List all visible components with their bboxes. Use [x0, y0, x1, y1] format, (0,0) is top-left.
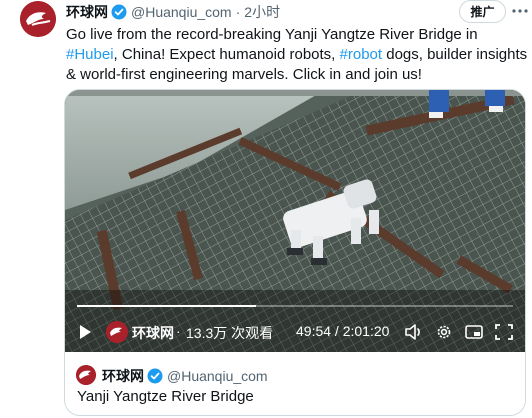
views-separator: · — [176, 323, 181, 339]
tweet-text: Go live from the record-breaking Yanji Y… — [66, 25, 530, 85]
media-card: 环球网 · 13.3万 次观看 49:54 / 2:01:20 环球网 @Hua… — [64, 89, 526, 416]
source-account-name[interactable]: 环球网 — [102, 366, 144, 386]
tweet-header: 环球网 @Huanqiu_com · 2小时 — [66, 3, 280, 21]
account-avatar[interactable] — [20, 1, 56, 37]
video-frame — [65, 90, 525, 352]
fullscreen-icon[interactable] — [495, 324, 513, 340]
promoted-badge: 推广 — [459, 0, 506, 23]
channel-logo — [106, 321, 128, 343]
play-icon[interactable] — [77, 324, 93, 340]
source-header: 环球网 @Huanqiu_com — [102, 366, 268, 386]
video-controls: 环球网 · 13.3万 次观看 49:54 / 2:01:20 — [65, 316, 525, 346]
tweet-text-part: Go live from the record-breaking Yanji Y… — [66, 26, 478, 43]
source-avatar[interactable] — [76, 365, 96, 385]
more-icon[interactable] — [510, 3, 532, 19]
view-count: 13.3万 次观看 — [186, 325, 274, 341]
video-progress-fill — [77, 305, 257, 307]
pip-icon[interactable] — [465, 324, 483, 340]
volume-icon[interactable] — [405, 324, 423, 340]
account-name[interactable]: 环球网 — [66, 2, 108, 22]
video-time: 49:54 / 2:01:20 — [296, 323, 390, 339]
video-progress-bar[interactable] — [77, 305, 513, 307]
verified-badge-icon — [111, 4, 127, 20]
settings-icon[interactable] — [435, 323, 453, 341]
hashtag-robot[interactable]: #robot — [340, 46, 383, 63]
header-separator: · — [235, 4, 241, 20]
verified-badge-icon — [147, 368, 163, 384]
tweet-text-part: , China! Expect humanoid robots, — [113, 46, 340, 63]
hashtag-hubei[interactable]: #Hubei — [66, 46, 114, 63]
account-handle[interactable]: @Huanqiu_com — [131, 4, 232, 20]
channel-name: 环球网 — [132, 325, 174, 341]
tweet-time[interactable]: 2小时 — [244, 2, 280, 22]
source-handle[interactable]: @Huanqiu_com — [167, 368, 268, 384]
video-player[interactable]: 环球网 · 13.3万 次观看 49:54 / 2:01:20 — [65, 90, 525, 352]
source-attribution[interactable]: 环球网 @Huanqiu_com Yanji Yangtze River Bri… — [65, 352, 525, 415]
source-title: Yanji Yangtze River Bridge — [77, 388, 254, 405]
